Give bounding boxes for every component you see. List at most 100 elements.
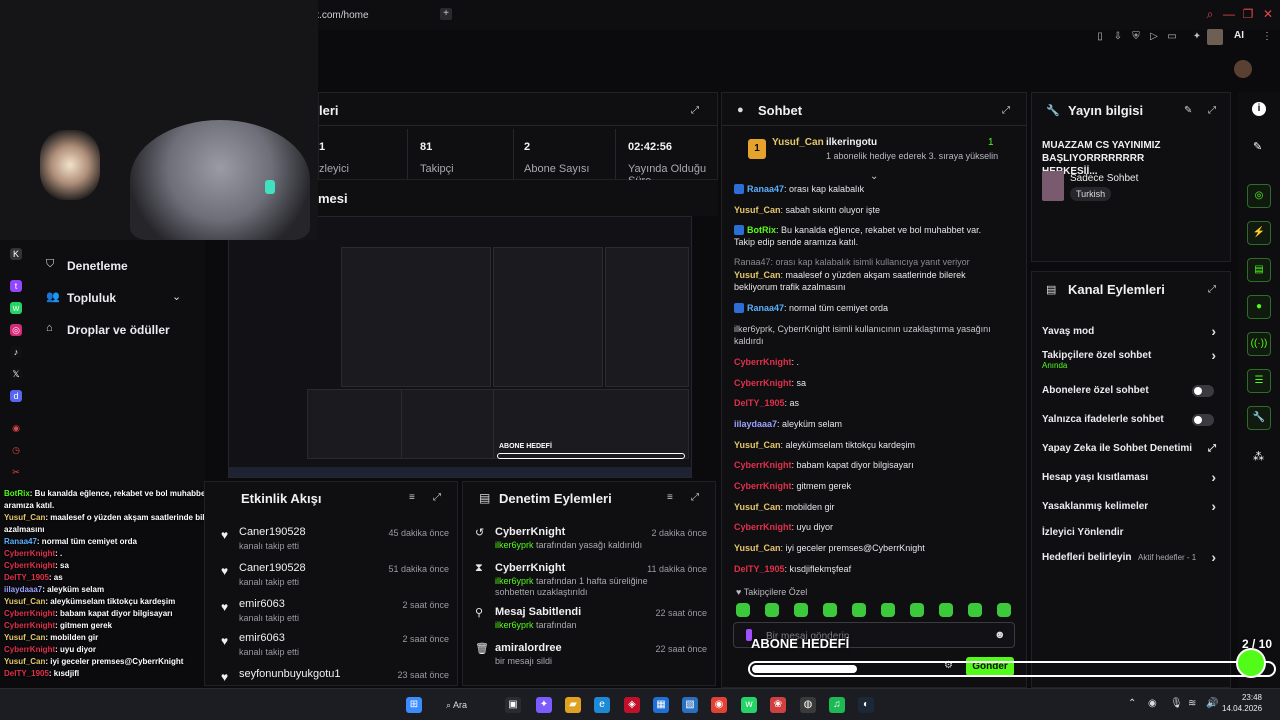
ai-button[interactable]: AI: [1234, 30, 1244, 41]
pencil-icon[interactable]: ✎: [1253, 140, 1262, 153]
emote-icon[interactable]: [794, 603, 808, 617]
search-icon[interactable]: ⌕: [1203, 8, 1217, 20]
expand-icon[interactable]: ⤢: [691, 105, 699, 116]
emote-icon[interactable]: [997, 603, 1011, 617]
chat-username[interactable]: CyberrKnight: [734, 460, 792, 470]
emote-icon[interactable]: [968, 603, 982, 617]
tray-app-icon[interactable]: ◉: [1148, 698, 1157, 709]
channel-action-row[interactable]: Takipçilere özel sohbet Anında ›: [1042, 347, 1222, 370]
moderator-name[interactable]: ilker6yprk: [495, 540, 534, 550]
record-icon[interactable]: ◉: [10, 422, 22, 434]
tiktok-icon[interactable]: ♪: [10, 346, 22, 358]
channel-action-row[interactable]: Abonelere özel sohbet: [1042, 385, 1222, 399]
file-explorer-icon[interactable]: ▰: [565, 697, 581, 713]
instagram-icon[interactable]: ◎: [10, 324, 22, 336]
chat-username[interactable]: DelTY_1905: [4, 573, 49, 582]
channel-action-row[interactable]: İzleyici Yönlendir: [1042, 527, 1222, 541]
moderation-target[interactable]: CyberrKnight: [495, 526, 565, 538]
lightning-icon[interactable]: ⚡: [1247, 221, 1271, 245]
copilot-icon[interactable]: ✦: [536, 697, 552, 713]
browser-tab[interactable]: 𝕏 x.com/home: [300, 5, 460, 25]
chat-username[interactable]: Yusuf_Can: [4, 657, 45, 666]
emote-icon[interactable]: [765, 603, 779, 617]
chat-username[interactable]: Yusuf_Can: [4, 633, 45, 642]
chat-username[interactable]: CyberrKnight: [734, 378, 792, 388]
expand-icon[interactable]: ⤢: [1208, 105, 1216, 116]
activity-row[interactable]: ♥ Caner190528 kanalı takip etti 45 dakika ö…: [221, 526, 457, 556]
new-tab-button[interactable]: +: [440, 8, 452, 20]
shield-icon[interactable]: ⛨: [1129, 30, 1143, 44]
chat-username[interactable]: CyberrKnight: [4, 561, 55, 570]
x-icon[interactable]: 𝕏: [10, 368, 22, 380]
edit-icon[interactable]: ✎: [1184, 105, 1192, 116]
volume-icon[interactable]: 🔊: [1206, 698, 1218, 709]
gift-prompt[interactable]: 1 abonelik hediye ederek 3. sıraya yükse…: [826, 151, 998, 161]
chat-username[interactable]: CyberrKnight: [4, 621, 55, 630]
activity-row[interactable]: ♥ emir6063 kanalı takip etti 2 saat önce: [221, 632, 457, 662]
wifi-icon[interactable]: ≋: [1188, 698, 1196, 709]
mic-tray-icon[interactable]: 🎙: [1170, 698, 1183, 709]
chat-username[interactable]: CyberrKnight: [734, 357, 792, 367]
play-icon[interactable]: ▷: [1147, 30, 1161, 44]
chat-username[interactable]: DelTY_1905: [734, 398, 785, 408]
gifter-name[interactable]: ilkeringotu: [826, 137, 877, 148]
chat-bubble-icon[interactable]: ●: [1247, 295, 1271, 319]
nav-community[interactable]: Topluluk: [67, 291, 116, 305]
expand-icon[interactable]: ⤢: [1208, 284, 1216, 295]
chat-username[interactable]: Ranaa47: [747, 184, 784, 194]
chat-username[interactable]: Yusuf_Can: [4, 597, 45, 606]
emote-icon[interactable]: [823, 603, 837, 617]
profile-avatar[interactable]: [1207, 29, 1223, 45]
twitch-icon[interactable]: t: [10, 280, 22, 292]
chevron-down-icon[interactable]: ⌄: [172, 290, 181, 303]
chat-username[interactable]: iilaydaaa7: [4, 585, 42, 594]
channel-action-row[interactable]: Yasaklanmış kelimeler ›: [1042, 498, 1222, 515]
stream-preview[interactable]: ABONE HEDEFİ: [228, 216, 692, 478]
discord-icon[interactable]: d: [10, 390, 22, 402]
bookmark-icon[interactable]: ▯: [1093, 30, 1107, 44]
clock-icon[interactable]: ◷: [10, 444, 22, 456]
moderation-row[interactable]: 🗑 amiralordree bir mesajı sildi 22 saat önc…: [475, 642, 715, 678]
chat-username[interactable]: Ranaa47: [4, 537, 37, 546]
channel-action-row[interactable]: Hesap yaşı kısıtlaması ›: [1042, 469, 1222, 486]
moderation-target[interactable]: CyberrKnight: [495, 562, 565, 574]
activity-username[interactable]: emir6063: [239, 598, 285, 610]
app-icon[interactable]: ❀: [770, 697, 786, 713]
filter-icon[interactable]: ≡: [667, 492, 673, 503]
moderation-target[interactable]: Mesaj Sabitlendi: [495, 606, 581, 618]
chevron-down-icon[interactable]: ⌄: [870, 171, 878, 182]
moderation-row[interactable]: ↺ CyberrKnight ilker6yprk tarafından yasağ…: [475, 526, 715, 562]
emote-icon[interactable]: [852, 603, 866, 617]
clock[interactable]: 23:48 14.04.2026: [1222, 692, 1262, 714]
expand-icon[interactable]: ⤢: [691, 492, 699, 503]
chat-username[interactable]: BotRix: [4, 489, 30, 498]
activity-username[interactable]: Caner190528: [239, 526, 306, 538]
expand-icon[interactable]: ⤢: [1002, 105, 1010, 116]
filter-icon[interactable]: ≡: [409, 492, 415, 503]
edge-icon[interactable]: e: [594, 697, 610, 713]
chat-username[interactable]: CyberrKnight: [734, 481, 792, 491]
whatsapp-app-icon[interactable]: w: [741, 697, 757, 713]
chrome-icon[interactable]: ◉: [711, 697, 727, 713]
moderation-row[interactable]: ⧗ CyberrKnight ilker6yprk tarafından 1 haf…: [475, 562, 715, 598]
chat-username[interactable]: CyberrKnight: [4, 645, 55, 654]
kick-app-icon[interactable]: ◈: [624, 697, 640, 713]
store-icon[interactable]: ▦: [653, 697, 669, 713]
expand-icon[interactable]: ⤢: [433, 492, 441, 503]
photos-icon[interactable]: ▧: [682, 697, 698, 713]
chat-username[interactable]: Yusuf_Can: [734, 440, 781, 450]
tools-icon[interactable]: 🔧: [1247, 406, 1271, 430]
broadcast-icon[interactable]: ((·)): [1247, 332, 1271, 356]
chat-username[interactable]: Yusuf_Can: [734, 270, 781, 280]
maximize-icon[interactable]: ❐: [1241, 8, 1255, 20]
capture-icon[interactable]: ◎: [1247, 184, 1271, 208]
channel-action-row[interactable]: Yapay Zeka ile Sohbet Denetimi ⤢: [1042, 443, 1222, 457]
chat-username[interactable]: CyberrKnight: [734, 522, 792, 532]
emote-icon[interactable]: [910, 603, 924, 617]
moderation-row[interactable]: ⚲ Mesaj Sabitlendi ilker6yprk tarafından 22…: [475, 606, 715, 642]
download-icon[interactable]: ⇩: [1111, 30, 1125, 44]
user-avatar[interactable]: [1234, 60, 1252, 78]
chat-username[interactable]: CyberrKnight: [4, 549, 55, 558]
emote-icon[interactable]: [939, 603, 953, 617]
wallet-icon[interactable]: ▭: [1165, 30, 1179, 44]
